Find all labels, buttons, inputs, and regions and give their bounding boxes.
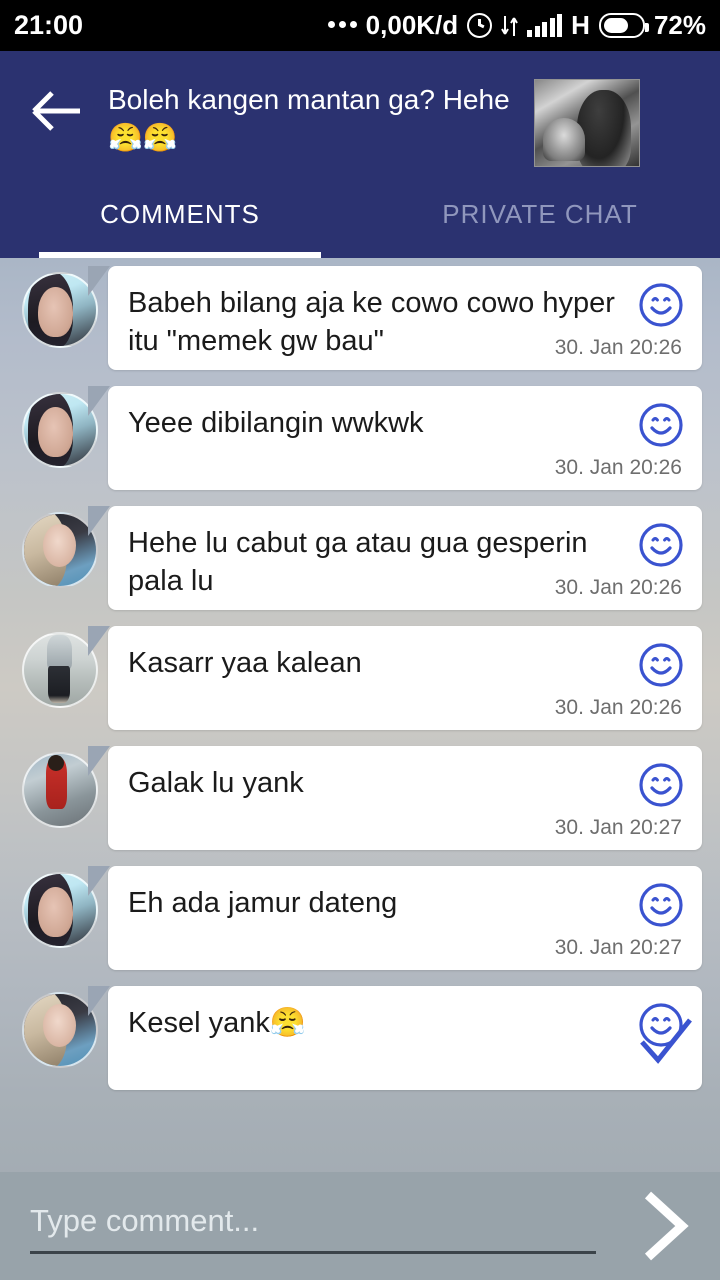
message-bubble[interactable]: Yeee dibilangin wwkwk 30. Jan 20:26	[88, 386, 702, 490]
avatar[interactable]	[22, 512, 98, 588]
tab-bar: COMMENTS PRIVATE CHAT	[0, 170, 720, 258]
message-row[interactable]: Babeh bilang aja ke cowo cowo hyper itu …	[0, 266, 720, 370]
message-text: Yeee dibilangin wwkwk	[128, 407, 424, 439]
message-timestamp: 30. Jan 20:27	[554, 936, 682, 959]
message-timestamp: 30. Jan 20:27	[554, 816, 682, 839]
avatar[interactable]	[22, 272, 98, 348]
message-bubble-wrapper: Babeh bilang aja ke cowo cowo hyper itu …	[88, 266, 702, 370]
message-row[interactable]: Kesel yank😤	[0, 986, 720, 1090]
message-row[interactable]: Kasarr yaa kalean 30. Jan 20:26	[0, 626, 720, 730]
smiley-icon[interactable]	[638, 402, 684, 448]
avatar[interactable]	[22, 392, 98, 468]
battery-icon	[598, 13, 649, 38]
header-top-row: Boleh kangen mantan ga? Hehe😤😤	[0, 51, 720, 167]
alarm-clock-icon	[467, 13, 493, 38]
message-bubble-wrapper: Eh ada jamur dateng 30. Jan 20:27	[88, 866, 702, 970]
signal-bars-icon	[527, 13, 563, 37]
battery-percent-label: 72%	[653, 10, 706, 40]
back-button[interactable]	[18, 73, 94, 149]
tab-private-chat-label: PRIVATE CHAT	[442, 198, 638, 229]
status-right-cluster: 0,00K/d H 72%	[327, 10, 706, 41]
status-bar: 21:00 0,00K/d H 72%	[0, 0, 720, 51]
smiley-icon[interactable]	[638, 762, 684, 808]
tab-private-chat[interactable]: PRIVATE CHAT	[360, 170, 720, 258]
smiley-icon[interactable]	[638, 882, 684, 928]
avatar[interactable]	[22, 992, 98, 1068]
message-bubble[interactable]: Babeh bilang aja ke cowo cowo hyper itu …	[88, 266, 702, 370]
message-bubble-wrapper: Kesel yank😤	[88, 986, 702, 1090]
app-header: Boleh kangen mantan ga? Hehe😤😤 COMMENTS …	[0, 51, 720, 258]
message-bubble-wrapper: Yeee dibilangin wwkwk 30. Jan 20:26	[88, 386, 702, 490]
avatar[interactable]	[22, 632, 98, 708]
tab-comments[interactable]: COMMENTS	[0, 170, 360, 258]
page-title: Boleh kangen mantan ga? Hehe😤😤	[108, 84, 510, 153]
send-chevron-icon	[644, 1191, 689, 1261]
room-thumbnail[interactable]	[534, 79, 640, 167]
message-row[interactable]: Yeee dibilangin wwkwk 30. Jan 20:26	[0, 386, 720, 490]
message-timestamp: 30. Jan 20:26	[554, 696, 682, 719]
message-text: Galak lu yank	[128, 767, 304, 799]
message-row[interactable]: Galak lu yank 30. Jan 20:27	[0, 746, 720, 850]
message-text: Hehe lu cabut ga atau gua gesperin pala …	[128, 527, 588, 597]
message-list: Babeh bilang aja ke cowo cowo hyper itu …	[0, 258, 720, 1090]
message-bubble[interactable]: Kasarr yaa kalean 30. Jan 20:26	[88, 626, 702, 730]
avatar[interactable]	[22, 752, 98, 828]
message-text: Kesel yank😤	[128, 1007, 306, 1039]
more-dots-icon	[327, 20, 357, 31]
message-bubble[interactable]: Kesel yank😤	[88, 986, 702, 1090]
message-text: Kasarr yaa kalean	[128, 647, 362, 679]
message-text: Eh ada jamur dateng	[128, 887, 398, 919]
tab-comments-label: COMMENTS	[100, 198, 260, 229]
message-bubble[interactable]: Eh ada jamur dateng 30. Jan 20:27	[88, 866, 702, 970]
message-row[interactable]: Eh ada jamur dateng 30. Jan 20:27	[0, 866, 720, 970]
network-type-label: H	[571, 10, 590, 40]
smiley-icon[interactable]	[638, 642, 684, 688]
message-timestamp: 30. Jan 20:26	[554, 456, 682, 479]
smiley-icon[interactable]	[638, 282, 684, 328]
chat-screen: 21:00 0,00K/d H 72% Boleh kangen mantan …	[0, 0, 720, 1280]
comment-input[interactable]	[30, 1198, 596, 1254]
smiley-icon[interactable]	[638, 522, 684, 568]
status-time: 21:00	[14, 10, 84, 40]
message-row[interactable]: Hehe lu cabut ga atau gua gesperin pala …	[0, 506, 720, 610]
message-bubble-wrapper: Kasarr yaa kalean 30. Jan 20:26	[88, 626, 702, 730]
comments-list-area[interactable]: Babeh bilang aja ke cowo cowo hyper itu …	[0, 258, 720, 1280]
message-timestamp: 30. Jan 20:26	[554, 336, 682, 359]
message-bubble[interactable]: Galak lu yank 30. Jan 20:27	[88, 746, 702, 850]
message-text: Babeh bilang aja ke cowo cowo hyper itu …	[128, 287, 615, 357]
message-bubble-wrapper: Galak lu yank 30. Jan 20:27	[88, 746, 702, 850]
message-bubble[interactable]: Hehe lu cabut ga atau gua gesperin pala …	[88, 506, 702, 610]
data-rate-label: 0,00K/d	[365, 10, 459, 40]
composer-bar	[0, 1172, 720, 1280]
message-bubble-wrapper: Hehe lu cabut ga atau gua gesperin pala …	[88, 506, 702, 610]
message-timestamp: 30. Jan 20:26	[554, 576, 682, 599]
back-arrow-icon	[32, 91, 80, 131]
avatar[interactable]	[22, 872, 98, 948]
send-button[interactable]	[626, 1183, 702, 1269]
data-transfer-icon	[501, 14, 519, 38]
smiley-icon[interactable]	[638, 1002, 684, 1048]
